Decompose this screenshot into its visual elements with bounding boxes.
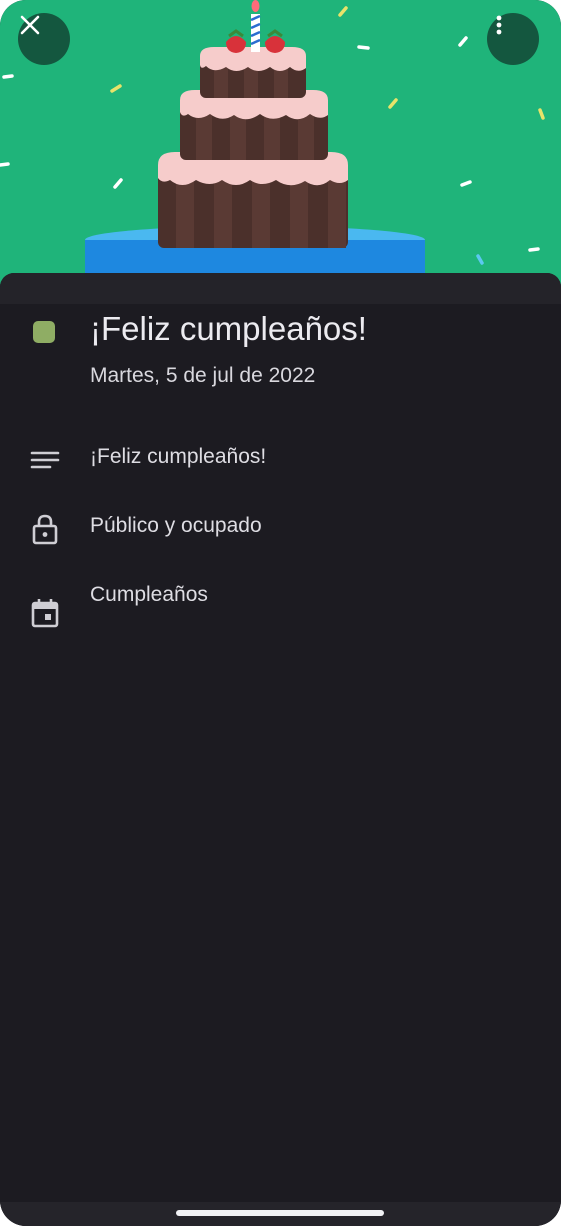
sheet-top-band [0,273,561,304]
calendar-row[interactable]: Cumpleaños [0,573,561,628]
birthday-header [0,0,561,290]
event-details-sheet [0,273,561,1226]
description-row[interactable]: ¡Feliz cumpleaños! [0,435,561,485]
calendar-label: Cumpleaños [90,583,208,606]
birthday-cake-illustration [0,0,545,290]
event-detail-screen: ¡Feliz cumpleaños! Martes, 5 de jul de 2… [0,0,561,1226]
description-label: ¡Feliz cumpleaños! [90,445,267,468]
calendar-icon [31,599,59,628]
visibility-row[interactable]: Público y ocupado [0,504,561,554]
notes-icon [30,451,60,469]
close-button[interactable] [18,13,70,65]
event-date: Martes, 5 de jul de 2022 [90,364,316,387]
event-color-indicator [33,321,55,343]
more-options-button[interactable] [487,13,539,65]
event-title: ¡Feliz cumpleaños! [90,310,367,347]
more-vert-icon [496,15,502,35]
visibility-label: Público y ocupado [90,514,262,537]
lock-icon [32,514,58,545]
home-indicator[interactable] [176,1210,384,1216]
close-icon [20,15,40,35]
